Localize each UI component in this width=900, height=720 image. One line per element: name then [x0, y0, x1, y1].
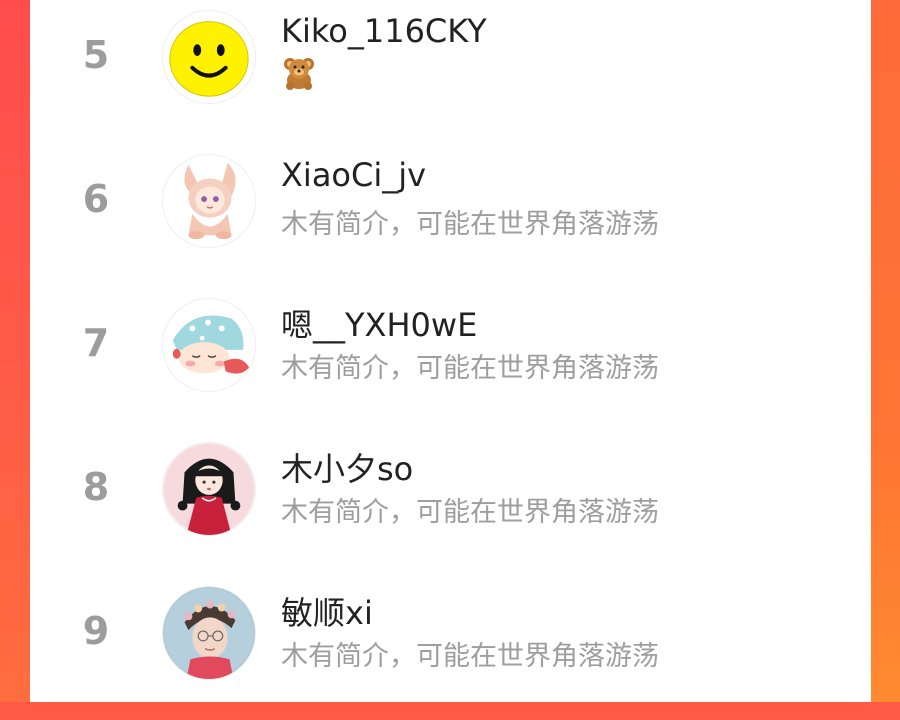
avatar[interactable] [162, 586, 256, 680]
teddy-bear-icon [281, 56, 317, 90]
rank-number: 6 [82, 177, 110, 221]
rank-number: 7 [82, 321, 110, 365]
avatar[interactable] [162, 298, 256, 392]
leaderboard-row-8[interactable]: 8 木小夕so 木有简介，可能在世界角落游荡 [30, 432, 871, 576]
username: 敏顺xi [281, 594, 373, 632]
rank-number: 5 [82, 33, 110, 77]
bunny-hood-girl-icon [163, 155, 255, 247]
smiley-face-icon [163, 11, 255, 103]
rank-number: 9 [82, 609, 110, 653]
user-bio: 木有简介，可能在世界角落游荡 [281, 497, 659, 528]
username: XiaoCi_jv [281, 156, 427, 194]
avatar[interactable] [162, 154, 256, 248]
leaderboard-list: 5 Kiko_116CKY 6 XiaoCi_jv 木有简介，可能在世界角落游荡… [30, 0, 871, 702]
boy-flower-crown-icon [163, 587, 255, 679]
avatar[interactable] [162, 442, 256, 536]
background-left-edge [0, 0, 30, 702]
leaderboard-row-7[interactable]: 7 嗯__YXH0wE 木有简介，可能在世界角落游荡 [30, 288, 871, 432]
user-bio: 木有简介，可能在世界角落游荡 [281, 353, 659, 384]
sleeping-girl-hat-icon [163, 299, 255, 391]
leaderboard-row-6[interactable]: 6 XiaoCi_jv 木有简介，可能在世界角落游荡 [30, 144, 871, 288]
red-dress-girl-icon [163, 443, 255, 535]
rank-number: 8 [82, 465, 110, 509]
username: Kiko_116CKY [281, 12, 487, 50]
avatar[interactable] [162, 10, 256, 104]
user-bio: 木有简介，可能在世界角落游荡 [281, 641, 659, 672]
background-right-edge [871, 0, 900, 702]
leaderboard-row-9[interactable]: 9 敏顺xi 木有简介，可能在世界角落游荡 [30, 576, 871, 720]
leaderboard-row-5[interactable]: 5 Kiko_116CKY [30, 0, 871, 144]
user-bio: 木有简介，可能在世界角落游荡 [281, 209, 659, 240]
username: 嗯__YXH0wE [281, 306, 478, 344]
username: 木小夕so [281, 450, 414, 488]
